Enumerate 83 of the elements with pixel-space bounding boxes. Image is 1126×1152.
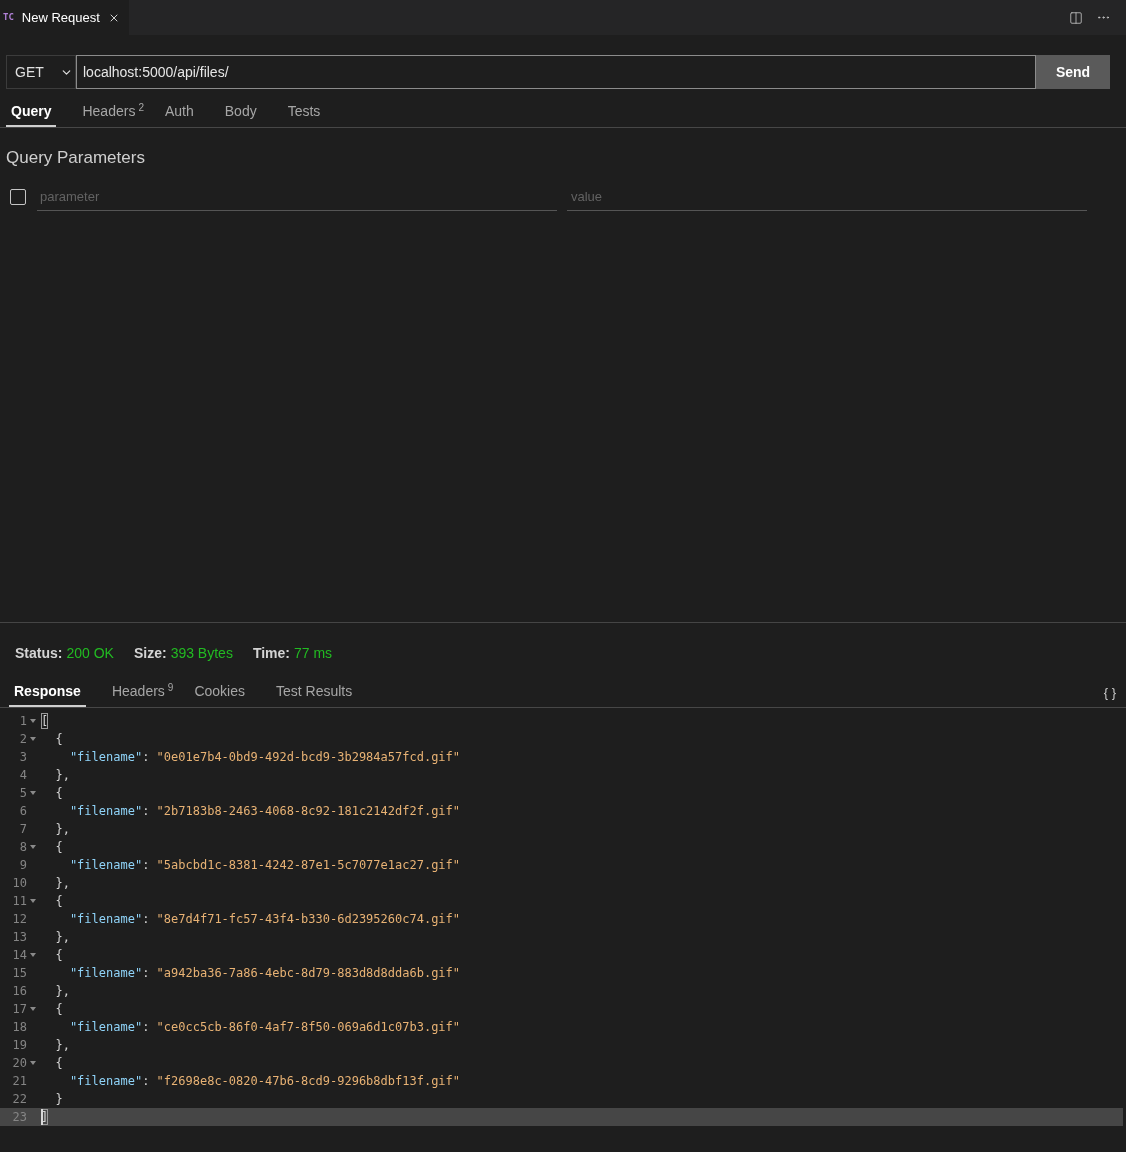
line-number: 8 — [18, 839, 27, 856]
text-cursor — [41, 1109, 43, 1125]
line-number: 6 — [18, 803, 27, 820]
code-line: { — [55, 1001, 63, 1017]
code-line: { — [55, 1055, 63, 1071]
tab[interactable]: Headers 2 — [77, 96, 149, 127]
code-line: ] — [41, 1109, 49, 1125]
line-number: 4 — [18, 767, 27, 784]
fold-caret-icon[interactable] — [30, 899, 36, 903]
line-number: 22 — [11, 1091, 27, 1108]
code-line: }, — [55, 821, 70, 837]
line-number: 13 — [11, 929, 27, 946]
tab[interactable]: Headers 9 — [106, 676, 179, 707]
line-number: 21 — [11, 1073, 27, 1090]
parameter-input[interactable]: parameter — [37, 183, 557, 211]
tab[interactable]: Cookies — [189, 676, 250, 707]
line-number: 19 — [11, 1037, 27, 1054]
status-label: Size: — [133, 643, 167, 663]
code-line: { — [55, 731, 63, 747]
line-number: 3 — [18, 749, 27, 766]
code-line: }, — [55, 875, 70, 891]
line-number: 14 — [11, 947, 27, 964]
method-select[interactable]: GET — [6, 55, 76, 89]
code-line: }, — [55, 1037, 70, 1053]
line-number: 5 — [18, 785, 27, 802]
code-line: "filename": "2b7183b8-2463-4068-8c92-181c2142df2f.gif" — [69, 803, 461, 819]
tab[interactable]: Auth — [159, 96, 199, 127]
line-number: 23 — [11, 1109, 27, 1126]
format-button[interactable]: { } — [1103, 680, 1126, 703]
send-button[interactable]: Send — [1036, 55, 1110, 89]
fold-caret-icon[interactable] — [30, 1007, 36, 1011]
code-line: }, — [55, 929, 70, 945]
line-number: 18 — [11, 1019, 27, 1036]
line-number: 12 — [11, 911, 27, 928]
code-line: "filename": "a942ba36-7a86-4ebc-8d79-883d8d8dda6b.gif" — [69, 965, 461, 981]
count-label: 2 — [138, 101, 144, 114]
tab[interactable]: Body — [219, 96, 262, 127]
line-number: 11 — [11, 893, 27, 910]
line-number: 9 — [18, 857, 27, 874]
editor-tab[interactable]: TC New Request — [0, 0, 129, 35]
code-line: }, — [55, 767, 70, 783]
code-line: } — [55, 1091, 63, 1107]
code-line: }, — [55, 983, 70, 999]
tab[interactable]: Tests — [282, 96, 326, 127]
code-line: "filename": "ce0cc5cb-86f0-4af7-8f50-069a6d1c07b3.gif" — [69, 1019, 461, 1035]
status-value: 200 OK — [66, 643, 114, 663]
fold-caret-icon[interactable] — [30, 953, 36, 957]
code-line: "filename": "0e01e7b4-0bd9-492d-bcd9-3b2984a57fcd.gif" — [69, 749, 461, 765]
count-label: 9 — [167, 681, 174, 694]
line-number: 20 — [11, 1055, 27, 1072]
code-line: { — [55, 947, 63, 963]
line-number: 2 — [18, 731, 27, 748]
line-number: 17 — [11, 1001, 27, 1018]
code-line: [ — [41, 713, 49, 729]
code-line: "filename": "f2698e8c-0820-47b6-8cd9-9296b8dbf13f.gif" — [69, 1073, 461, 1089]
code-line: { — [55, 893, 63, 909]
status-value: 393 Bytes — [170, 643, 233, 663]
status-label: Status: — [15, 643, 63, 663]
line-number: 7 — [18, 821, 27, 838]
line-number: 10 — [11, 875, 27, 892]
line-number: 1 — [18, 713, 27, 730]
code-line: { — [55, 839, 63, 855]
tab[interactable]: Response — [9, 676, 86, 707]
fold-caret-icon[interactable] — [30, 791, 36, 795]
url-input[interactable]: localhost:5000/api/files/ — [76, 55, 1036, 89]
line-number: 16 — [11, 983, 27, 1000]
tab-prefix-label: TC — [3, 10, 14, 24]
code-line: { — [55, 785, 63, 801]
columns-icon[interactable] — [1069, 10, 1083, 25]
fold-caret-icon[interactable] — [30, 737, 36, 741]
line-number: 15 — [11, 965, 27, 982]
code-line: "filename": "5abcbd1c-8381-4242-87e1-5c7077e1ac27.gif" — [69, 857, 461, 873]
tab[interactable]: Test Results — [271, 676, 358, 707]
code-line: "filename": "8e7d4f71-fc57-43f4-b330-6d2395260c74.gif" — [69, 911, 461, 927]
fold-caret-icon[interactable] — [30, 845, 36, 849]
value-input[interactable]: value — [567, 183, 1087, 211]
section-title: Query Parameters — [6, 147, 145, 169]
fold-caret-icon[interactable] — [30, 1061, 36, 1065]
status-value: 77 ms — [294, 643, 333, 663]
fold-caret-icon[interactable] — [30, 719, 36, 723]
status-label: Time: — [252, 643, 290, 663]
param-checkbox[interactable] — [10, 189, 26, 205]
tab[interactable]: Query — [6, 96, 57, 127]
